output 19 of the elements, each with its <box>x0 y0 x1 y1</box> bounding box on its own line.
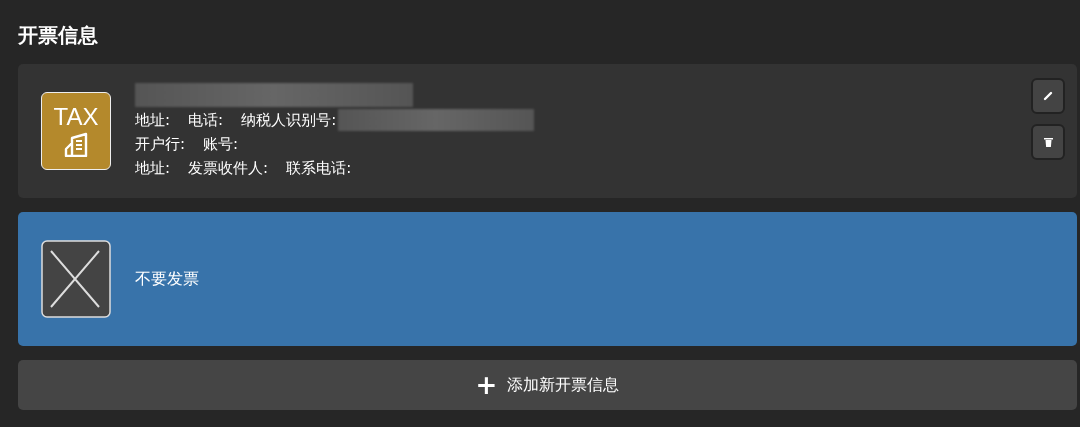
section-title: 开票信息 <box>18 22 99 49</box>
pencil-icon <box>1043 91 1053 101</box>
delete-button[interactable] <box>1031 124 1065 160</box>
edit-button[interactable] <box>1031 78 1065 114</box>
field-label: 电话: <box>188 110 224 130</box>
field-label: 地址: <box>135 110 171 130</box>
tax-building-icon: TAX <box>41 92 111 170</box>
trash-icon <box>1043 137 1053 147</box>
add-invoice-button[interactable]: + 添加新开票信息 <box>18 360 1077 410</box>
field-label: 发票收件人: <box>188 158 269 178</box>
field-label: 地址: <box>135 158 171 178</box>
field-label: 纳税人识别号: <box>241 110 337 130</box>
cross-icon <box>41 240 111 318</box>
invoice-option-card[interactable]: TAX 地址: 电话: 纳税人识别号: 开户行: 账号: 地址: 发票收件人: 联系电话: <box>18 64 1077 198</box>
field-label: 开户行: <box>135 134 186 154</box>
field-label: 联系电话: <box>286 158 352 178</box>
invoice-option-card[interactable]: 不要发票 <box>18 212 1077 346</box>
field-label: 账号: <box>203 134 239 154</box>
option-label: 不要发票 <box>135 268 199 290</box>
